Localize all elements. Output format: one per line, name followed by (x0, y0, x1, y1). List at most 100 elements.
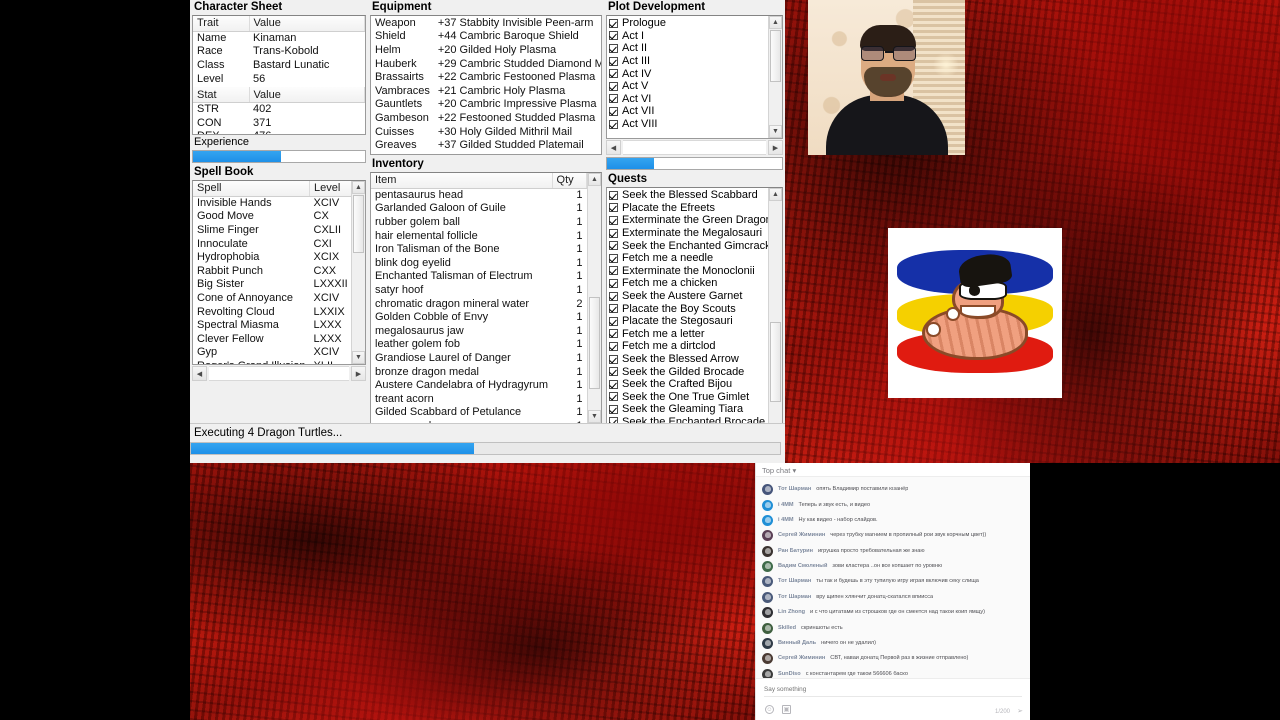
table-row[interactable]: Big Sister LXXXII (193, 278, 352, 292)
chat-username[interactable]: Винный Даль (778, 640, 816, 646)
table-row[interactable]: rubber golem ball 1 (371, 215, 587, 229)
quest-item[interactable]: Seek the Blessed Arrow (609, 353, 766, 366)
table-row[interactable]: Invisible Hands XCIV (193, 196, 352, 210)
chat-message[interactable]: Вадим Смоленый зови кластера ..он все коп… (756, 559, 1030, 574)
scroll-up-icon[interactable]: ▲ (769, 16, 782, 29)
checkbox-icon[interactable] (609, 404, 618, 414)
scroll-down-icon[interactable]: ▼ (352, 351, 365, 364)
spell-book-box[interactable]: Spell Level Invisible Hands XCIV Good Mov… (192, 180, 366, 365)
table-row[interactable]: Gauntlets +20 Cambric Impressive Plasma (371, 98, 601, 112)
quest-item[interactable]: Fetch me a chicken (609, 277, 766, 290)
inventory-box[interactable]: Item Qty pentasaurus head 1 Garlanded Galo… (370, 172, 602, 424)
scrollbar-thumb[interactable] (589, 297, 600, 389)
quest-item[interactable]: Fetch me a needle (609, 252, 766, 265)
plot-act-item[interactable]: Prologue (609, 17, 766, 30)
plot-act-item[interactable]: Act V (609, 80, 766, 93)
chat-settings-icon[interactable]: ▣ (782, 705, 791, 714)
scroll-up-icon[interactable]: ▲ (769, 188, 782, 201)
plot-act-item[interactable]: Act VI (609, 93, 766, 106)
quest-item[interactable]: Placate the Boy Scouts (609, 302, 766, 315)
chat-input[interactable] (764, 683, 1022, 697)
table-row[interactable]: Vambraces +21 Cambric Holy Plasma (371, 84, 601, 98)
checkbox-icon[interactable] (609, 266, 618, 276)
chat-username[interactable]: Тот Шарман (778, 578, 811, 584)
table-row[interactable]: Gyp XCIV (193, 346, 352, 360)
scroll-up-icon[interactable]: ▲ (588, 173, 601, 186)
quest-item[interactable]: Seek the Blessed Scabbard (609, 189, 766, 202)
chat-username[interactable]: Вадим Смоленый (778, 563, 827, 569)
quest-item[interactable]: Seek the Enchanted Gimcrack (609, 239, 771, 252)
quest-item[interactable]: Seek the One True Gimlet (609, 391, 766, 404)
checkbox-icon[interactable] (609, 367, 618, 377)
checkbox-icon[interactable] (609, 69, 618, 79)
quests-box[interactable]: Seek the Blessed Scabbard Placate the Efr… (606, 187, 783, 441)
checkbox-icon[interactable] (609, 291, 618, 301)
table-row[interactable]: Golden Cobble of Envy 1 (371, 310, 587, 324)
chat-message[interactable]: Сергей Жиминин СВТ, наваи донатц Первой р… (756, 651, 1030, 666)
plot-development-box[interactable]: Prologue Act I Act II Act III Act IV Act V Act… (606, 15, 783, 139)
table-row[interactable]: Roger's Grand IllusionXLII (193, 359, 352, 364)
quest-item[interactable]: Seek the Crafted Bijou (609, 378, 766, 391)
table-row[interactable]: Revolting Cloud LXXIX (193, 305, 352, 319)
chat-message[interactable]: Skilled скриншоты есть (756, 620, 1030, 635)
checkbox-icon[interactable] (609, 379, 618, 389)
scrollbar-track[interactable] (623, 140, 766, 155)
scroll-up-icon[interactable]: ▲ (352, 181, 365, 194)
checkbox-icon[interactable] (609, 119, 618, 129)
table-row[interactable]: Level 56 (193, 72, 365, 86)
table-row[interactable]: Weapon +37 Stabbity Invisible Peen-arm (371, 16, 601, 30)
table-row[interactable]: Race Trans-Kobold (193, 45, 365, 59)
scroll-right-icon[interactable]: ▶ (351, 366, 366, 381)
chevron-down-icon[interactable]: ▾ (792, 466, 796, 475)
table-row[interactable]: Innoculate CXI (193, 237, 352, 251)
table-row[interactable]: Gambeson +22 Festooned Studded Plasma (371, 111, 601, 125)
quest-item[interactable]: Placate the Stegosauri (609, 315, 766, 328)
table-row[interactable]: Spectral Miasma LXXX (193, 318, 352, 332)
table-row[interactable]: Garlanded Galoon of Guile 1 (371, 202, 587, 216)
table-row[interactable]: Hydrophobia XCIX (193, 250, 352, 264)
table-row[interactable]: pentasaurus head 1 (371, 188, 587, 202)
checkbox-icon[interactable] (609, 228, 618, 238)
character-sheet-box[interactable]: Trait Value Name Kinaman Race Trans-Kobold… (192, 15, 366, 135)
table-row[interactable]: Enchanted Talisman of Electrum 1 (371, 270, 587, 284)
table-row[interactable]: Rabbit Punch CXX (193, 264, 352, 278)
table-row[interactable]: treant acorn 1 (371, 392, 587, 406)
quest-item[interactable]: Placate the Efreets (609, 202, 766, 215)
chat-username[interactable]: Тот Шарман (778, 486, 811, 492)
table-row[interactable]: Cuisses +30 Holy Gilded Mithril Mail (371, 125, 601, 139)
plot-act-item[interactable]: Act III (609, 55, 766, 68)
scroll-left-icon[interactable]: ◀ (606, 140, 621, 155)
checkbox-icon[interactable] (609, 329, 618, 339)
table-row[interactable]: Clever Fellow LXXX (193, 332, 352, 346)
checkbox-icon[interactable] (609, 392, 618, 402)
plot-act-item[interactable]: Act VIII (609, 118, 766, 131)
scroll-down-icon[interactable]: ▼ (769, 125, 782, 138)
checkbox-icon[interactable] (609, 56, 618, 66)
table-row[interactable]: DEX476 (193, 130, 365, 134)
spell-book-vertical-scrollbar[interactable]: ▲ ▼ (351, 181, 365, 364)
table-row[interactable]: Hauberk +29 Cambric Studded Diamond Mail (371, 57, 601, 71)
plot-horizontal-scrollbar[interactable]: ◀ ▶ (606, 140, 783, 155)
chat-message[interactable]: Тот Шарман вру щипен хлянчит донатц-ската… (756, 590, 1030, 605)
inventory-vertical-scrollbar[interactable]: ▲ ▼ (587, 173, 601, 423)
quest-item[interactable]: Fetch me a letter (609, 328, 766, 341)
chat-username[interactable]: Тот Шарман (778, 594, 811, 600)
plot-act-item[interactable]: Act VII (609, 105, 766, 118)
table-row[interactable]: Class Bastard Lunatic (193, 58, 365, 72)
quest-item[interactable]: Exterminate the Monoclonii (609, 265, 766, 278)
chat-message[interactable]: SunDiso с константарем где такои 566606 б… (756, 667, 1030, 678)
scroll-down-icon[interactable]: ▼ (588, 410, 601, 423)
checkbox-icon[interactable] (609, 354, 618, 364)
checkbox-icon[interactable] (609, 18, 618, 28)
chat-header[interactable]: Top chat ▾ (756, 463, 1030, 477)
checkbox-icon[interactable] (609, 81, 618, 91)
table-row[interactable]: Slime Finger CXLII (193, 223, 352, 237)
plot-vertical-scrollbar[interactable]: ▲ ▼ (768, 16, 782, 138)
table-row[interactable]: CON 371 (193, 116, 365, 130)
table-row[interactable]: leather golem fob 1 (371, 338, 587, 352)
chat-message[interactable]: Тот Шарман опять Владимир поставили юзанё… (756, 482, 1030, 497)
checkbox-icon[interactable] (609, 31, 618, 41)
chat-message[interactable]: Сергей Жиминин через трубку магнием в про… (756, 528, 1030, 543)
table-row[interactable]: Grandiose Laurel of Danger 1 (371, 351, 587, 365)
scrollbar-thumb[interactable] (770, 30, 781, 82)
